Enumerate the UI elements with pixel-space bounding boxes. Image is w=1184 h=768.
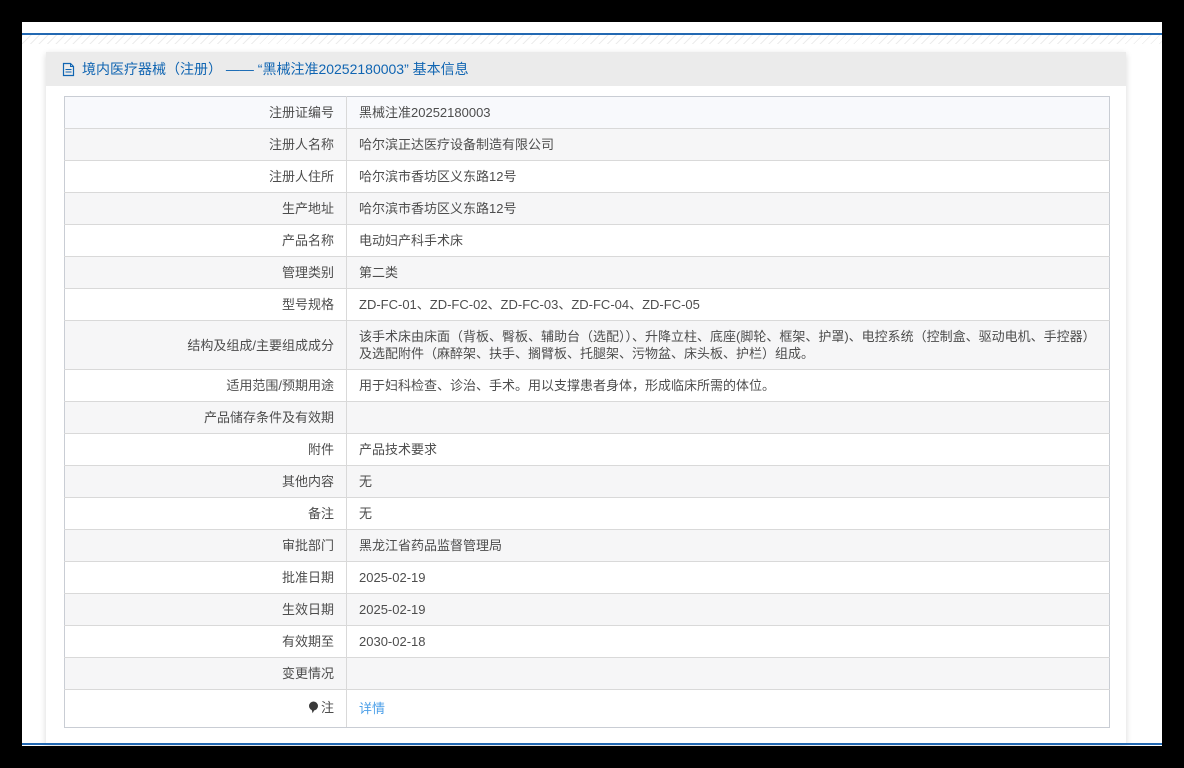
row-value: 黑械注准20252180003 bbox=[346, 96, 1110, 129]
document-icon bbox=[62, 62, 75, 77]
table-row: 结构及组成/主要组成成分 该手术床由床面（背板、臀板、辅助台（选配））、升降立柱… bbox=[64, 320, 1110, 370]
row-label: 变更情况 bbox=[64, 657, 347, 690]
row-label: 有效期至 bbox=[64, 625, 347, 658]
table-row-note: 注 详情 bbox=[64, 689, 1110, 728]
table-row: 注册人住所 哈尔滨市香坊区义东路12号 bbox=[64, 160, 1110, 193]
card-header: 境内医疗器械（注册） —— “黑械注准20252180003” 基本信息 bbox=[46, 52, 1126, 86]
row-value: 无 bbox=[346, 497, 1110, 530]
bulb-icon bbox=[308, 701, 319, 718]
row-value: 哈尔滨正达医疗设备制造有限公司 bbox=[346, 128, 1110, 161]
hatch-decoration bbox=[22, 35, 1162, 44]
row-label: 附件 bbox=[64, 433, 347, 466]
table-row: 变更情况 bbox=[64, 657, 1110, 690]
row-value bbox=[346, 401, 1110, 434]
table-row: 生效日期 2025-02-19 bbox=[64, 593, 1110, 626]
row-value bbox=[346, 657, 1110, 690]
table-row: 注册证编号 黑械注准20252180003 bbox=[64, 96, 1110, 129]
row-label: 注册证编号 bbox=[64, 96, 347, 129]
detail-link[interactable]: 详情 bbox=[359, 701, 385, 716]
table-row: 附件 产品技术要求 bbox=[64, 433, 1110, 466]
row-label: 型号规格 bbox=[64, 288, 347, 321]
page: 境内医疗器械（注册） —— “黑械注准20252180003” 基本信息 注册证… bbox=[22, 22, 1162, 746]
row-value: 用于妇科检查、诊治、手术。用以支撑患者身体，形成临床所需的体位。 bbox=[346, 369, 1110, 402]
registration-info-card: 境内医疗器械（注册） —— “黑械注准20252180003” 基本信息 注册证… bbox=[46, 52, 1126, 744]
row-label: 产品名称 bbox=[64, 224, 347, 257]
row-label: 生产地址 bbox=[64, 192, 347, 225]
table-row: 注册人名称 哈尔滨正达医疗设备制造有限公司 bbox=[64, 128, 1110, 161]
row-value: 哈尔滨市香坊区义东路12号 bbox=[346, 192, 1110, 225]
table-row: 审批部门 黑龙江省药品监督管理局 bbox=[64, 529, 1110, 562]
registration-info-table: 注册证编号 黑械注准20252180003 注册人名称 哈尔滨正达医疗设备制造有… bbox=[64, 96, 1110, 728]
row-label: 结构及组成/主要组成成分 bbox=[64, 320, 347, 370]
table-row: 备注 无 bbox=[64, 497, 1110, 530]
table-row: 批准日期 2025-02-19 bbox=[64, 561, 1110, 594]
table-row: 产品名称 电动妇产科手术床 bbox=[64, 224, 1110, 257]
note-label-text: 注 bbox=[320, 700, 334, 715]
bottom-accent-line bbox=[22, 743, 1162, 745]
row-value: 产品技术要求 bbox=[346, 433, 1110, 466]
row-label: 批准日期 bbox=[64, 561, 347, 594]
table-row: 有效期至 2030-02-18 bbox=[64, 625, 1110, 658]
row-label: 产品储存条件及有效期 bbox=[64, 401, 347, 434]
page-title: 境内医疗器械（注册） —— “黑械注准20252180003” 基本信息 bbox=[62, 59, 469, 79]
row-value: ZD-FC-01、ZD-FC-02、ZD-FC-03、ZD-FC-04、ZD-F… bbox=[346, 288, 1110, 321]
row-value: 无 bbox=[346, 465, 1110, 498]
row-label: 备注 bbox=[64, 497, 347, 530]
row-label: 管理类别 bbox=[64, 256, 347, 289]
row-label: 其他内容 bbox=[64, 465, 347, 498]
row-label: 审批部门 bbox=[64, 529, 347, 562]
row-label: 注 bbox=[64, 689, 347, 728]
row-value: 电动妇产科手术床 bbox=[346, 224, 1110, 257]
table-row: 生产地址 哈尔滨市香坊区义东路12号 bbox=[64, 192, 1110, 225]
table-row: 其他内容 无 bbox=[64, 465, 1110, 498]
row-value: 哈尔滨市香坊区义东路12号 bbox=[346, 160, 1110, 193]
row-label: 适用范围/预期用途 bbox=[64, 369, 347, 402]
row-label: 注册人名称 bbox=[64, 128, 347, 161]
row-value: 2025-02-19 bbox=[346, 593, 1110, 626]
table-row: 型号规格 ZD-FC-01、ZD-FC-02、ZD-FC-03、ZD-FC-04… bbox=[64, 288, 1110, 321]
row-value: 黑龙江省药品监督管理局 bbox=[346, 529, 1110, 562]
table-row: 管理类别 第二类 bbox=[64, 256, 1110, 289]
row-label: 注册人住所 bbox=[64, 160, 347, 193]
row-value: 详情 bbox=[346, 689, 1110, 728]
row-value: 该手术床由床面（背板、臀板、辅助台（选配））、升降立柱、底座(脚轮、框架、护罩)… bbox=[346, 320, 1110, 370]
row-value: 2030-02-18 bbox=[346, 625, 1110, 658]
table-row: 产品储存条件及有效期 bbox=[64, 401, 1110, 434]
row-label: 生效日期 bbox=[64, 593, 347, 626]
table-row: 适用范围/预期用途 用于妇科检查、诊治、手术。用以支撑患者身体，形成临床所需的体… bbox=[64, 369, 1110, 402]
page-title-text: 境内医疗器械（注册） —— “黑械注准20252180003” 基本信息 bbox=[82, 61, 469, 77]
row-value: 2025-02-19 bbox=[346, 561, 1110, 594]
row-value: 第二类 bbox=[346, 256, 1110, 289]
